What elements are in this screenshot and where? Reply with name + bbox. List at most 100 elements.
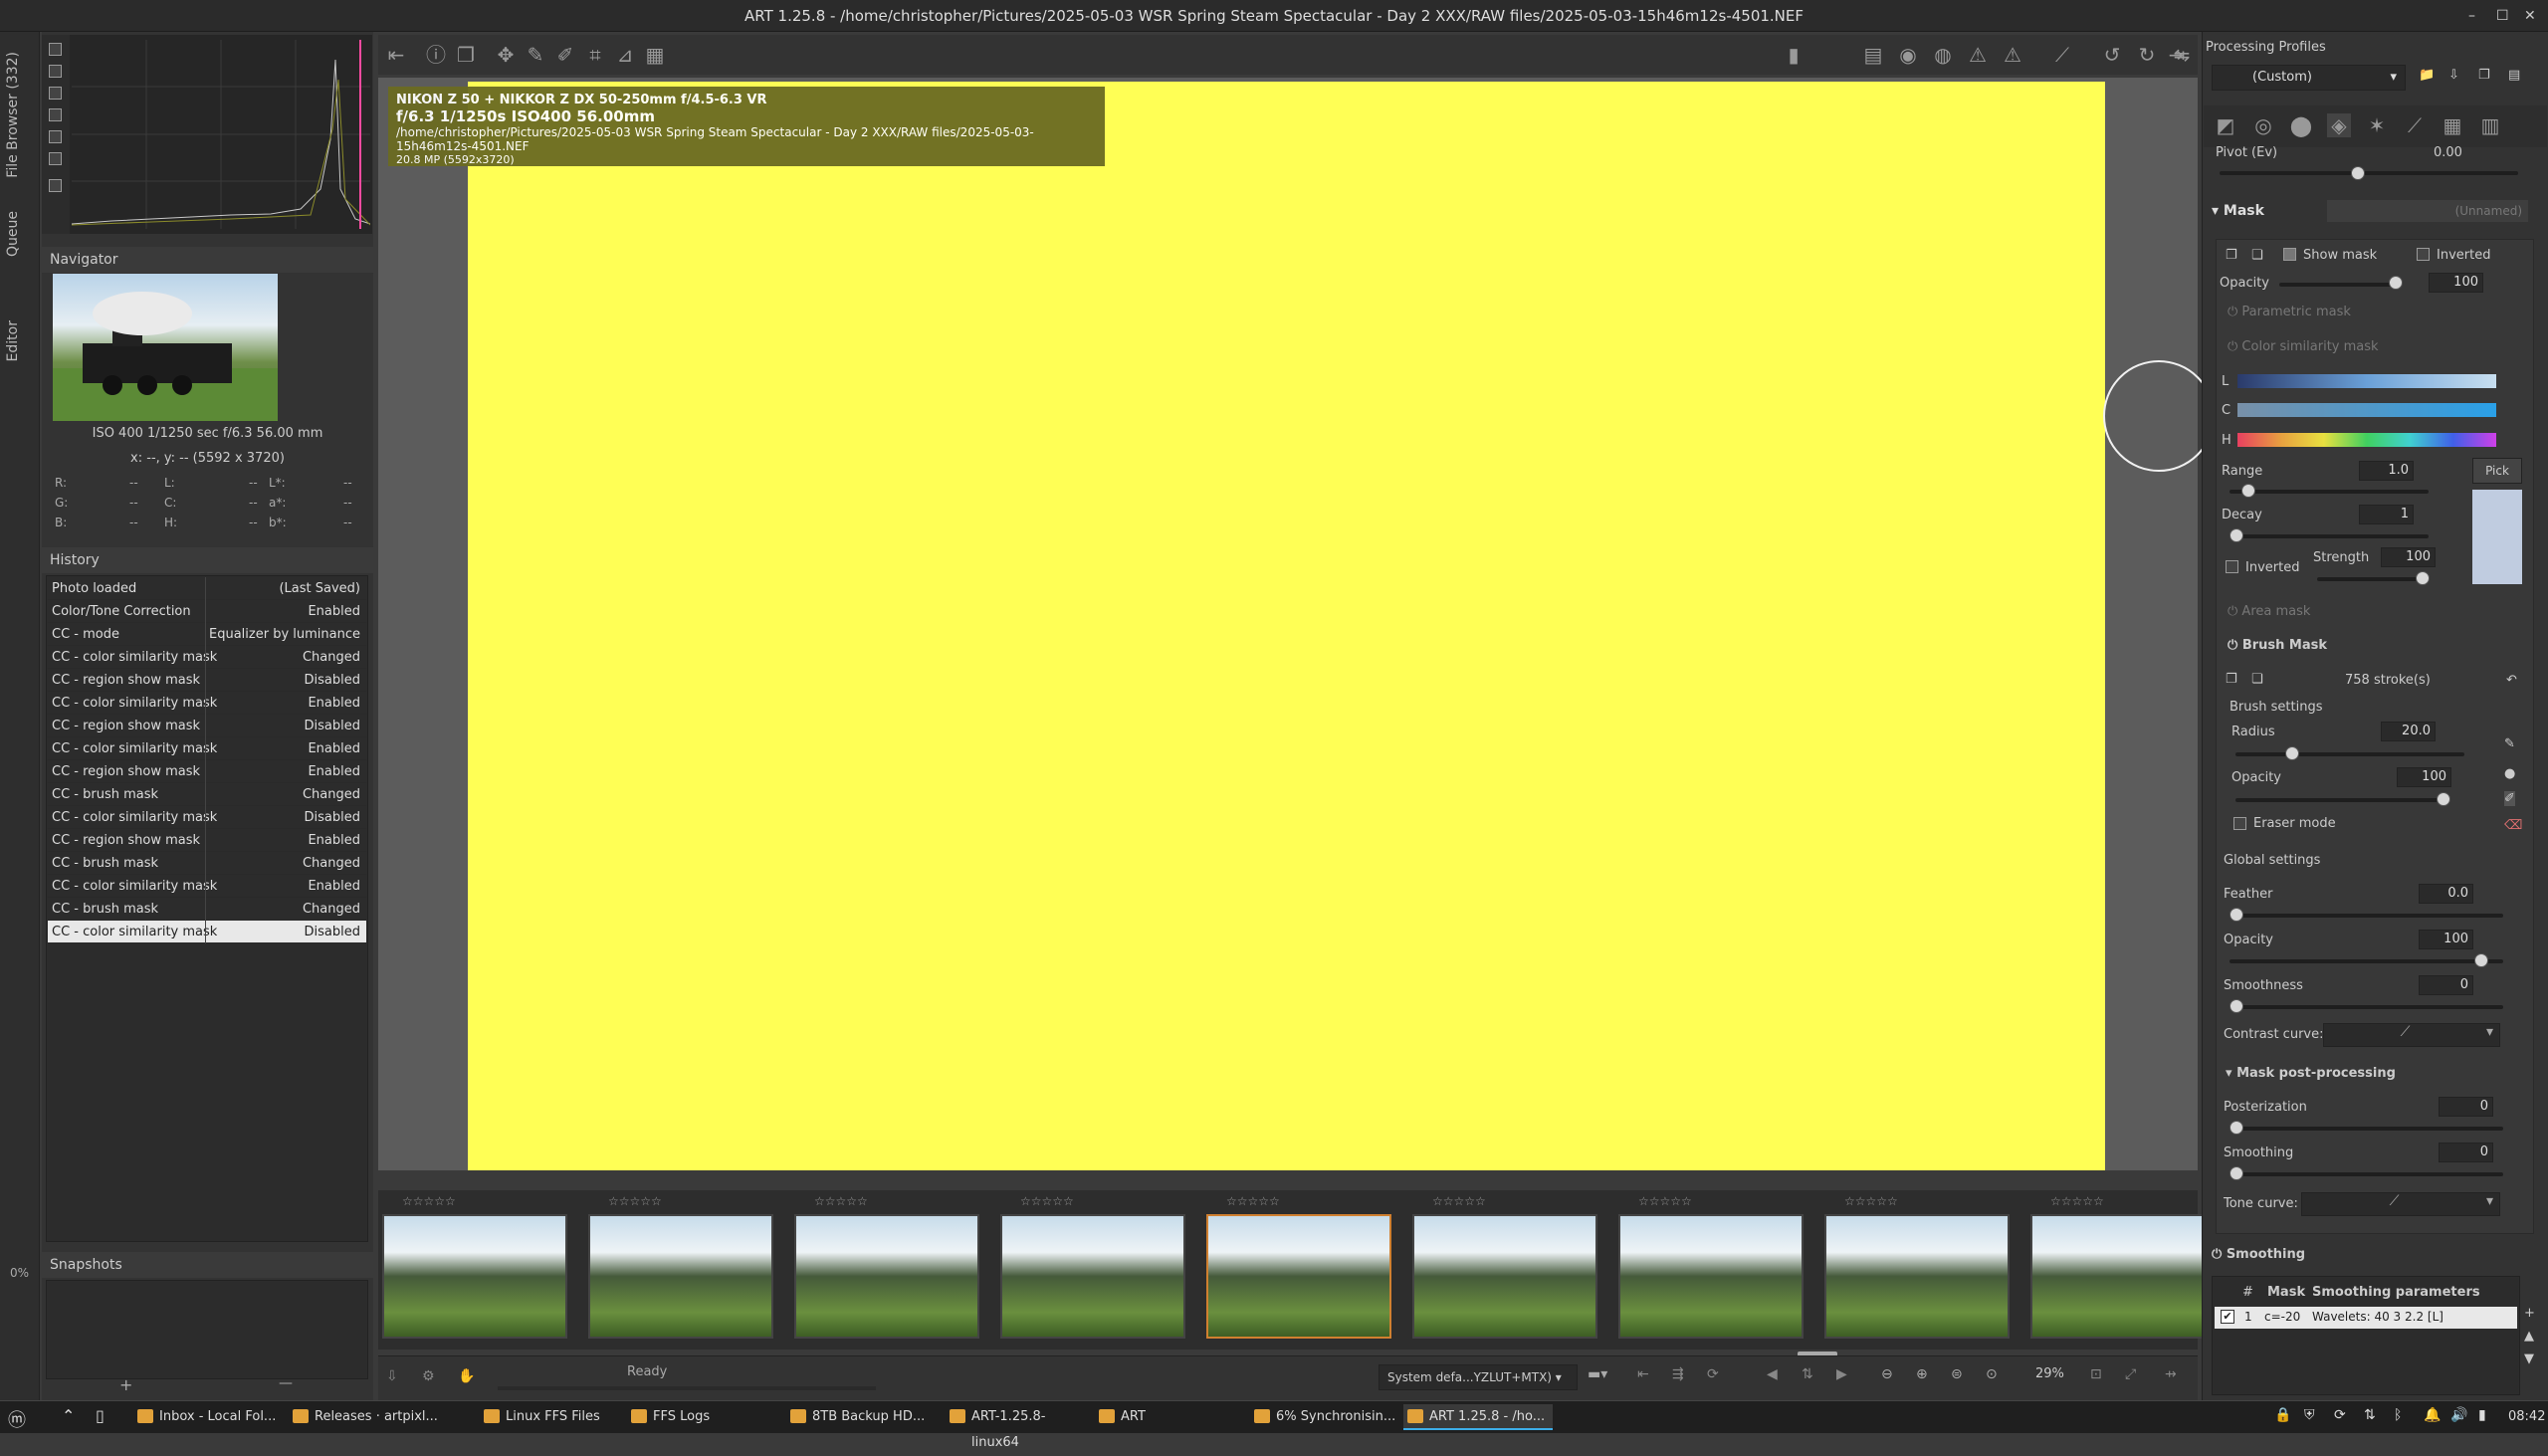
thumbnail-rating-bar[interactable]: ☆☆☆☆☆ [794, 1194, 979, 1212]
filmstrip-thumbnail[interactable] [1618, 1214, 1804, 1339]
history-row[interactable]: CC - region show mask Enabled [48, 760, 366, 783]
decay-knob[interactable] [2230, 528, 2243, 542]
channel-l-gradient[interactable] [2237, 374, 2496, 388]
new-detail-window-icon[interactable]: ⊡ [2090, 1366, 2102, 1382]
sync-tray-icon[interactable]: ⟳ [2334, 1407, 2346, 1423]
navigate-sync-icon[interactable]: ⇶ [1672, 1366, 1684, 1382]
taskbar-item[interactable]: 6% Synchronisin... [1250, 1404, 1397, 1430]
histogram-red-checkbox[interactable] [49, 65, 62, 78]
brush-reset-icon[interactable]: ↶ [2506, 673, 2517, 688]
mask-opacity-knob[interactable] [2389, 276, 2403, 290]
hide-left-panel-icon[interactable]: ⇤ [384, 43, 408, 67]
save-profile-icon[interactable]: ⇩ [2448, 68, 2459, 83]
color-picker-icon[interactable]: ✐ [553, 43, 577, 67]
history-row[interactable]: CC - region show mask Enabled [48, 829, 366, 852]
history-row[interactable]: Color/Tone Correction Enabled [48, 600, 366, 623]
filmstrip-thumbnail[interactable] [588, 1214, 773, 1339]
decay-value[interactable]: 1 [2359, 505, 2414, 524]
straighten-icon[interactable]: ⊿ [613, 43, 637, 67]
hide-panels-icon[interactable]: ⇸ [2165, 1366, 2177, 1382]
feather-slider[interactable] [2230, 914, 2503, 918]
tab-raw-icon[interactable]: ▦ [2441, 113, 2464, 137]
filmstrip-thumbnail[interactable] [382, 1214, 567, 1339]
posterization-value[interactable]: 0 [2439, 1097, 2493, 1117]
copy-profile-icon[interactable]: ❐ [2478, 68, 2490, 83]
smoothness-slider[interactable] [2230, 1005, 2503, 1009]
battery-tray-icon[interactable]: ▮ [2478, 1407, 2486, 1423]
pivot-value[interactable]: 0.00 [2434, 145, 2462, 160]
zoom-out-icon[interactable]: ⊖ [1881, 1366, 1893, 1382]
previous-image-icon[interactable]: ◀ [1767, 1366, 1778, 1382]
show-mask-checkbox[interactable] [2283, 248, 2296, 261]
mask-inverted-checkbox[interactable] [2417, 248, 2430, 261]
paste-profile-icon[interactable]: ▤ [2508, 68, 2520, 83]
histogram-chroma-checkbox[interactable] [49, 152, 62, 165]
brush-mask-toggle[interactable]: ⏻ Brush Mask [2228, 638, 2327, 653]
feather-value[interactable]: 0.0 [2419, 884, 2473, 904]
preview-mode-icon[interactable]: ▮ [1782, 43, 1805, 67]
pick-button[interactable]: Pick [2472, 458, 2522, 484]
history-row[interactable]: CC - color similarity mask Disabled [48, 921, 366, 943]
rotate-right-icon[interactable]: ↻ [2135, 43, 2159, 67]
mask-opacity-value[interactable]: 100 [2429, 273, 2483, 293]
table-move-up-icon[interactable]: ▲ [2524, 1329, 2534, 1344]
histogram-luma-checkbox[interactable] [49, 130, 62, 143]
taskbar-item[interactable]: 8TB Backup HD... [786, 1404, 936, 1430]
save-icon[interactable]: ⇩ [386, 1368, 398, 1384]
csm-inverted-checkbox[interactable] [2226, 560, 2238, 573]
maximize-icon[interactable]: ☐ [2496, 0, 2509, 32]
focus-mask-icon[interactable]: ◉ [1896, 43, 1920, 67]
range-value[interactable]: 1.0 [2359, 461, 2414, 481]
filmstrip-thumbnail[interactable] [794, 1214, 979, 1339]
mask-post-processing-title[interactable]: ▾ Mask post-processing [2226, 1066, 2396, 1081]
gamut-warning-icon[interactable]: ⚠ [1966, 43, 1990, 67]
thumbnail-rating-bar[interactable]: ☆☆☆☆☆ [1618, 1194, 1804, 1212]
history-row[interactable]: CC - brush mask Changed [48, 783, 366, 806]
lock-tray-icon[interactable]: 🔒 [2274, 1407, 2291, 1423]
smoothing-slider[interactable] [2230, 1172, 2503, 1176]
before-after-icon[interactable]: ❐ [454, 43, 478, 67]
history-row[interactable]: CC - color similarity mask Disabled [48, 806, 366, 829]
brush-eraser-icon[interactable]: ⌫ [2504, 818, 2522, 833]
filmstrip-thumbnail[interactable] [1000, 1214, 1185, 1339]
mask-list-copy-icon[interactable]: ❏ [2251, 248, 2263, 263]
files-icon[interactable]: ▯ [96, 1406, 105, 1425]
contrast-curve-button[interactable]: ⟋ ▾ [2323, 1023, 2500, 1047]
brush-selected-icon[interactable]: ✐ [2504, 791, 2515, 806]
radius-slider[interactable] [2235, 752, 2464, 756]
tab-transform-icon[interactable]: ⟋ [2403, 113, 2427, 137]
history-row[interactable]: CC - region show mask Disabled [48, 669, 366, 692]
strength-knob[interactable] [2416, 571, 2430, 585]
preview-mode-dropdown-icon[interactable]: ▬▾ [1588, 1366, 1607, 1382]
add-snapshot-button[interactable]: + [119, 1375, 132, 1394]
shield-tray-icon[interactable]: ⛨ [2304, 1407, 2315, 1423]
zoom-100-icon[interactable]: ⊙ [1986, 1366, 1998, 1382]
bluetooth-tray-icon[interactable]: ᛒ [2394, 1407, 2402, 1423]
decay-slider[interactable] [2230, 534, 2429, 538]
clip-indicator-icon[interactable]: ▤ [1861, 43, 1885, 67]
network-tray-icon[interactable]: ⇅ [2364, 1407, 2376, 1423]
row-enabled-checkbox[interactable]: ✔ [2221, 1310, 2234, 1324]
curve-icon[interactable]: ⟋ [2050, 43, 2074, 67]
history-row[interactable]: CC - mode Equalizer by luminance [48, 623, 366, 646]
brush-opacity-slider[interactable] [2235, 798, 2449, 802]
history-row[interactable]: CC - color similarity mask Enabled [48, 692, 366, 715]
tab-file-browser[interactable]: File Browser (332) [5, 52, 21, 178]
tab-detail-icon[interactable]: ◎ [2251, 113, 2275, 137]
brush-opacity-knob[interactable] [2437, 792, 2450, 806]
smoothness-knob[interactable] [2230, 999, 2243, 1013]
history-row[interactable]: CC - brush mask Changed [48, 898, 366, 921]
strength-value[interactable]: 100 [2381, 547, 2436, 567]
eraser-mode-checkbox[interactable] [2233, 817, 2246, 830]
output-profile-select[interactable]: System defa...YZLUT+MTX) ▾ [1379, 1364, 1578, 1390]
info-icon[interactable]: ⓘ [424, 43, 448, 67]
smoothing-value[interactable]: 0 [2439, 1143, 2493, 1162]
minimize-icon[interactable]: – [2468, 0, 2475, 32]
history-row[interactable]: CC - color similarity mask Enabled [48, 875, 366, 898]
channel-h-gradient[interactable] [2237, 433, 2496, 447]
pivot-slider-knob[interactable] [2351, 166, 2365, 180]
taskbar-item[interactable]: ART 1.25.8 - /ho... [1403, 1404, 1553, 1430]
strength-slider[interactable] [2317, 577, 2427, 581]
hide-right-panel-icon[interactable]: ⇥ [2165, 43, 2189, 67]
history-row[interactable]: CC - region show mask Disabled [48, 715, 366, 737]
